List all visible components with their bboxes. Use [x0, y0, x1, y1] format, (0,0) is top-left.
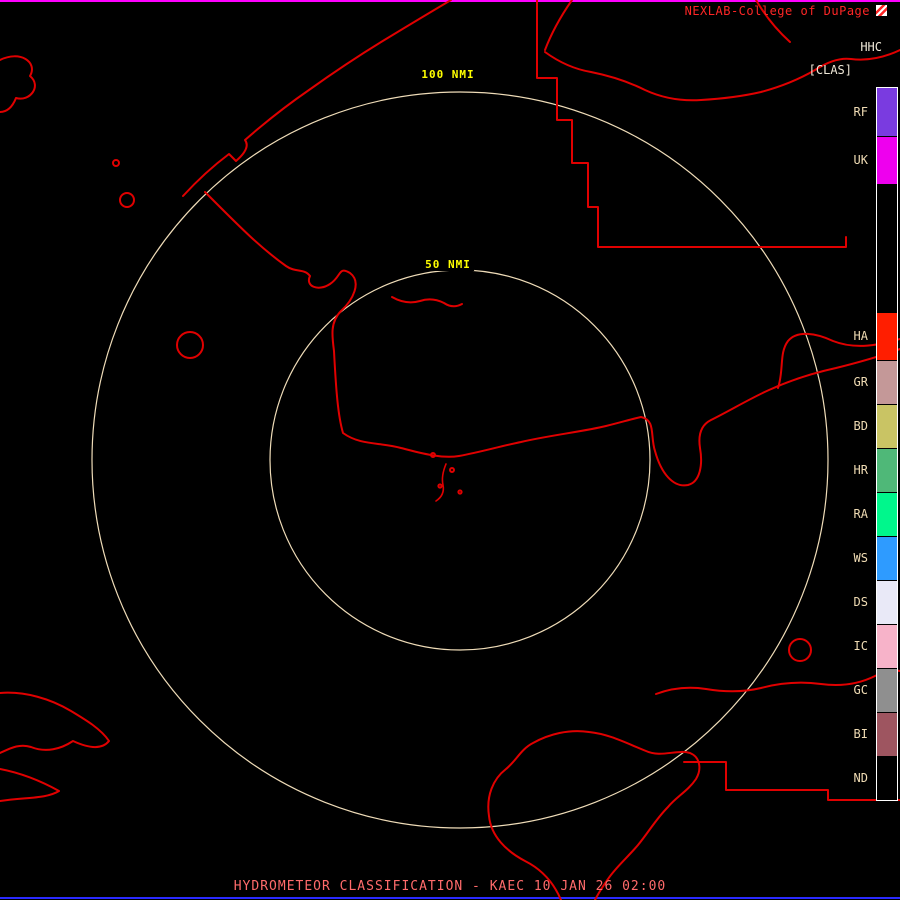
range-ring-50nmi	[269, 269, 651, 651]
legend-swatch-DS	[877, 580, 897, 624]
legend-label-RF: RF	[853, 105, 868, 119]
legend-swatch-BD	[877, 404, 897, 448]
radar-display: 100 NMI 50 NMI NEXLAB-College of DuPage …	[0, 0, 900, 900]
range-ring-label-50nmi: 50 NMI	[422, 258, 474, 271]
legend-swatch-UK	[877, 136, 897, 184]
legend-label-GR: GR	[853, 375, 868, 389]
radar-map	[0, 0, 900, 900]
brand-text: NEXLAB-College of DuPage	[684, 4, 870, 18]
legend-swatch-HA	[877, 312, 897, 360]
legend-label-ND: ND	[853, 771, 868, 785]
legend-label-IC: IC	[853, 639, 868, 653]
product-title: HYDROMETEOR CLASSIFICATION - KAEC 10 JAN…	[233, 879, 667, 894]
legend-swatch-WS	[877, 536, 897, 580]
classification-label: [CLAS]	[808, 63, 852, 77]
legend-label-UK: UK	[853, 153, 868, 167]
legend-bar	[876, 87, 898, 801]
legend-label-BD: BD	[853, 419, 868, 433]
range-ring-label-100nmi: 100 NMI	[418, 68, 478, 81]
legend-swatch-GR	[877, 360, 897, 404]
legend-swatch-gap	[877, 184, 897, 312]
legend-label-HA: HA	[853, 329, 868, 343]
legend-swatch-ND	[877, 756, 897, 800]
brand-badge-icon	[876, 5, 887, 16]
range-ring-100nmi	[91, 91, 829, 829]
legend-swatch-RA	[877, 492, 897, 536]
legend-label-WS: WS	[853, 551, 868, 565]
legend-swatch-GC	[877, 668, 897, 712]
map-outlines	[0, 0, 900, 900]
range-rings	[91, 91, 829, 829]
legend-label-RA: RA	[853, 507, 868, 521]
legend-label-GC: GC	[853, 683, 868, 697]
legend-swatch-RF	[877, 88, 897, 136]
product-code-label: HHC	[860, 40, 882, 54]
legend-swatch-IC	[877, 624, 897, 668]
legend-label-DS: DS	[853, 595, 868, 609]
legend-label-HR: HR	[853, 463, 868, 477]
legend-label-BI: BI	[853, 727, 868, 741]
legend-swatch-HR	[877, 448, 897, 492]
legend-swatch-BI	[877, 712, 897, 756]
